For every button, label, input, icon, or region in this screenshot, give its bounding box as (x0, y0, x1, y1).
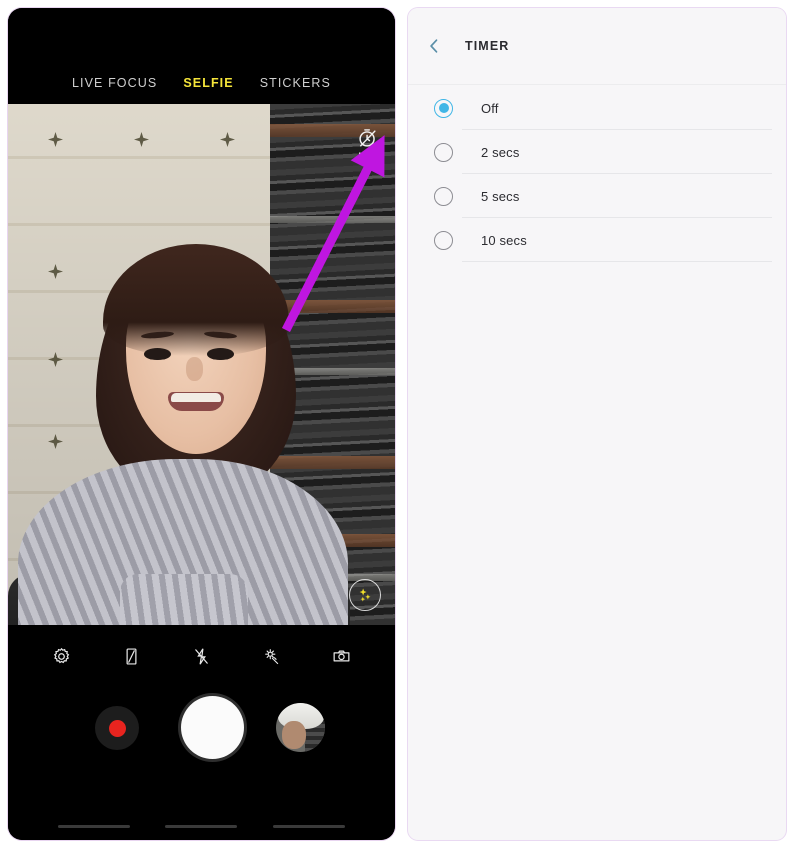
hdr-status-badge: HDR ON (358, 152, 383, 172)
mode-tab-selfie[interactable]: SELFIE (183, 76, 233, 90)
record-video-button[interactable] (95, 706, 139, 750)
camera-mode-tabs: LIVE FOCUS SELFIE STICKERS (8, 8, 395, 104)
timer-settings-panel: TIMER Off 2 secs 5 secs 10 secs (408, 8, 786, 840)
camera-control-bar (8, 625, 395, 687)
gear-icon[interactable] (49, 644, 73, 668)
radio-button-10-secs[interactable] (434, 230, 453, 250)
timer-option-5-secs[interactable]: 5 secs (408, 174, 786, 218)
timer-options-list: Off 2 secs 5 secs 10 secs (408, 86, 786, 262)
timer-option-label: 5 secs (481, 188, 520, 204)
timer-option-label: 2 secs (481, 144, 520, 160)
sparkles-icon[interactable] (349, 579, 381, 611)
sparkle-star-icon[interactable] (260, 644, 284, 668)
aspect-ratio-icon[interactable] (119, 644, 143, 668)
subject-mouth (168, 392, 224, 411)
mode-tab-live-focus[interactable]: LIVE FOCUS (72, 76, 157, 90)
shutter-button[interactable] (181, 696, 244, 759)
timer-option-10-secs[interactable]: 10 secs (408, 218, 786, 262)
radio-button-2-secs[interactable] (434, 142, 453, 162)
timer-option-2-secs[interactable]: 2 secs (408, 130, 786, 174)
timer-option-label: Off (481, 100, 499, 116)
android-nav-bar (8, 786, 395, 840)
page-title: TIMER (465, 39, 510, 53)
chevron-left-icon[interactable] (423, 35, 445, 57)
timer-off-icon[interactable] (357, 127, 379, 149)
timer-option-off[interactable]: Off (408, 86, 786, 130)
hdr-state: ON (365, 163, 377, 172)
flash-off-icon[interactable] (189, 644, 213, 668)
camera-shutter-row (8, 694, 395, 786)
record-dot-icon (108, 719, 126, 737)
list-divider (462, 261, 772, 262)
subject-fringe (103, 244, 289, 356)
timer-option-label: 10 secs (481, 232, 527, 248)
nav-recents-key[interactable] (57, 825, 130, 828)
nav-home-key[interactable] (165, 825, 238, 828)
camera-switch-icon[interactable] (330, 644, 354, 668)
radio-button-5-secs[interactable] (434, 186, 453, 206)
camera-viewfinder[interactable]: HDR ON (8, 104, 395, 625)
subject-scarf-tail (120, 574, 248, 625)
nav-back-key[interactable] (273, 825, 346, 828)
settings-header: TIMER (408, 8, 786, 85)
mode-tab-stickers[interactable]: STICKERS (260, 76, 331, 90)
gallery-thumbnail-button[interactable] (276, 703, 325, 752)
radio-button-off[interactable] (434, 98, 453, 118)
subject-nose (186, 357, 203, 381)
phone-camera-panel: LIVE FOCUS SELFIE STICKERS HDR ON (8, 8, 395, 840)
selfie-subject (8, 104, 395, 625)
hdr-label: HDR (358, 151, 383, 163)
